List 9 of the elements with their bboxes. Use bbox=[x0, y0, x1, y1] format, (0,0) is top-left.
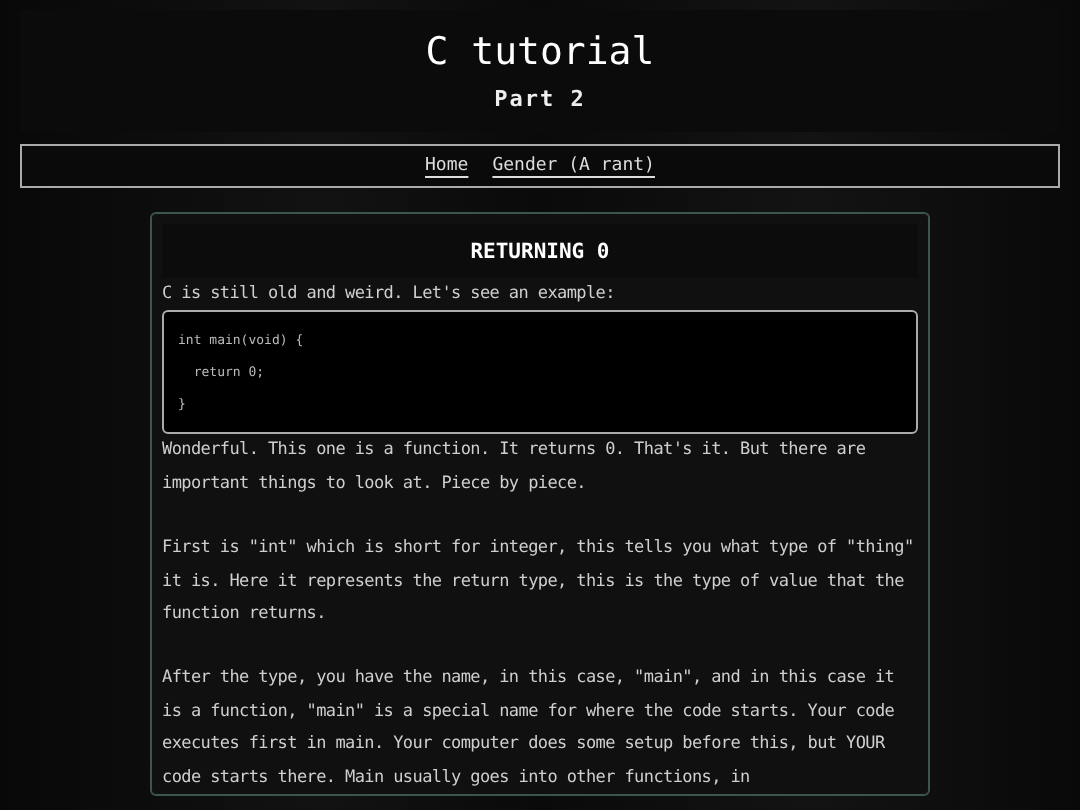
paragraph: After the type, you have the name, in this case, "main", and in this case it is a function, "main" is a special name for where the code starts. Your code executes first in main. Your computer does some setup before this, but YOUR code starts there. Main usually goes into other functions, in bbox=[162, 666, 897, 792]
paragraph: C is still old and weird. Let's see an example: bbox=[162, 282, 617, 308]
article-heading: RETURNING 0 bbox=[162, 224, 918, 278]
paragraph: First is "int" which is short for integer, this tells you what type of "thing" it is. Here it represents the return type, this is the type of value that the function returns. bbox=[162, 536, 916, 629]
nav-link[interactable]: Home bbox=[425, 156, 469, 176]
site-subtitle: Part 2 bbox=[494, 86, 586, 112]
nav-link[interactable]: Gender (A rant) bbox=[492, 156, 655, 176]
site-title: C tutorial bbox=[425, 28, 655, 78]
paragraph: Wonderful. This one is a function. It returns 0. That's it. But there are important things to look at. Piece by piece. bbox=[162, 438, 868, 498]
